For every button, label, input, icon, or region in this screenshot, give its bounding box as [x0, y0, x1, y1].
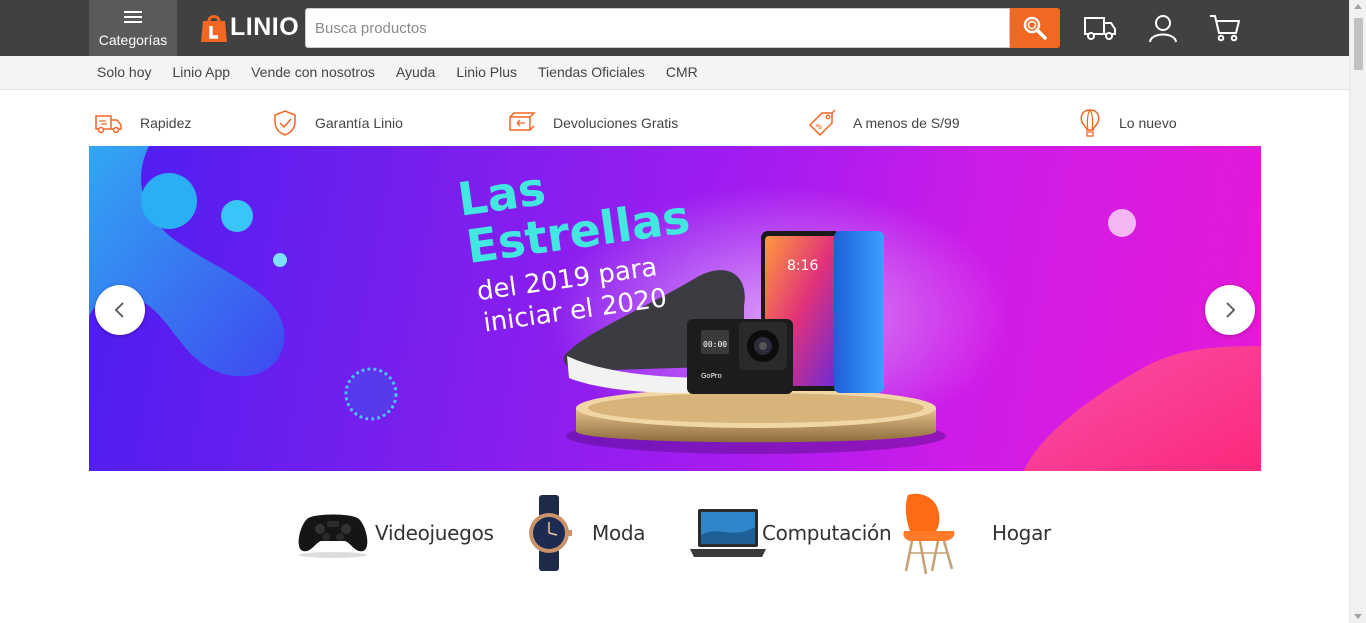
linio-logo[interactable]: LINIO	[198, 10, 299, 44]
chevron-left-icon	[114, 302, 124, 318]
category-computacion[interactable]: Computación	[688, 488, 892, 578]
cart-icon	[1210, 15, 1240, 42]
categories-menu-button[interactable]: Categorías	[89, 0, 177, 56]
chevron-right-icon	[1226, 302, 1236, 318]
banner-artwork: 8:16 00:00 GoPro Las Estrellas del 2019 …	[89, 146, 1261, 471]
category-hogar[interactable]: Hogar	[900, 488, 1051, 578]
hot-air-balloon-icon	[1080, 109, 1100, 137]
nav-item-tiendas-oficiales[interactable]: Tiendas Oficiales	[538, 64, 645, 80]
nav-item-cmr[interactable]: CMR	[666, 64, 698, 80]
benefit-label: A menos de S/99	[853, 115, 960, 131]
account-button[interactable]	[1146, 12, 1180, 44]
search-bar	[305, 8, 1060, 48]
top-header: Categorías LINIO	[0, 0, 1349, 56]
scroll-up-arrow-icon[interactable]	[1354, 4, 1362, 9]
scroll-down-arrow-icon[interactable]	[1354, 614, 1362, 619]
category-label: Moda	[592, 521, 646, 545]
hamburger-icon	[124, 11, 142, 23]
benefits-bar: Rapidez Garantía Linio Devoluciones Grat…	[89, 106, 1261, 140]
benefit-label: Lo nuevo	[1119, 115, 1177, 131]
shipping-button[interactable]	[1083, 12, 1117, 44]
search-button[interactable]	[1010, 8, 1060, 48]
page-scrollbar[interactable]	[1349, 0, 1366, 623]
return-box-icon	[509, 112, 536, 131]
nav-item-linio-app[interactable]: Linio App	[172, 64, 230, 80]
cart-button[interactable]	[1208, 12, 1242, 44]
logo-text: LINIO	[230, 12, 300, 41]
nav-item-vende-con-nosotros[interactable]: Vende con nosotros	[251, 64, 375, 80]
search-input[interactable]	[305, 8, 1010, 48]
hero-banner[interactable]: 8:16 00:00 GoPro Las Estrellas del 2019 …	[89, 146, 1261, 471]
category-moda[interactable]: Moda	[524, 488, 646, 578]
benefit-devoluciones[interactable]: Devoluciones Gratis	[506, 106, 678, 140]
scrollbar-thumb[interactable]	[1354, 18, 1363, 70]
benefit-label: Devoluciones Gratis	[553, 115, 679, 131]
categories-label: Categorías	[98, 32, 168, 48]
shopping-bag-logo-icon	[198, 11, 230, 43]
shield-check-icon	[274, 110, 296, 136]
carousel-next-button[interactable]	[1205, 285, 1255, 335]
benefit-a-menos[interactable]: $ A menos de S/99	[808, 106, 960, 140]
category-label: Computación	[762, 521, 892, 545]
category-label: Videojuegos	[375, 521, 494, 545]
camera-display: 00:00	[703, 340, 727, 349]
secondary-nav: Solo hoy Linio App Vende con nosotros Ay…	[0, 56, 1349, 90]
nav-item-ayuda[interactable]: Ayuda	[396, 64, 435, 80]
category-label: Hogar	[992, 521, 1051, 545]
user-icon	[1149, 15, 1177, 43]
carousel-prev-button[interactable]	[95, 285, 145, 335]
chair-icon	[903, 493, 955, 575]
gamepad-icon	[298, 514, 368, 558]
fast-delivery-icon	[95, 115, 122, 134]
benefit-rapidez[interactable]: Rapidez	[93, 106, 191, 140]
benefit-garantia[interactable]: Garantía Linio	[272, 106, 403, 140]
nav-item-solo-hoy[interactable]: Solo hoy	[97, 64, 151, 80]
page: Categorías LINIO Busca productos Solo ho…	[0, 0, 1366, 623]
benefit-label: Rapidez	[140, 115, 192, 131]
watch-icon	[529, 495, 572, 571]
truck-icon	[1084, 17, 1116, 40]
camera-brand: GoPro	[701, 372, 722, 380]
laptop-icon	[690, 509, 766, 557]
price-tag-icon: $	[808, 109, 836, 137]
benefit-label: Garantía Linio	[315, 115, 403, 131]
benefit-lo-nuevo[interactable]: Lo nuevo	[1078, 106, 1177, 140]
nav-item-linio-plus[interactable]: Linio Plus	[456, 64, 517, 80]
search-icon	[1023, 16, 1047, 40]
phone-time: 8:16	[787, 258, 819, 274]
category-videojuegos[interactable]: Videojuegos	[295, 488, 494, 578]
